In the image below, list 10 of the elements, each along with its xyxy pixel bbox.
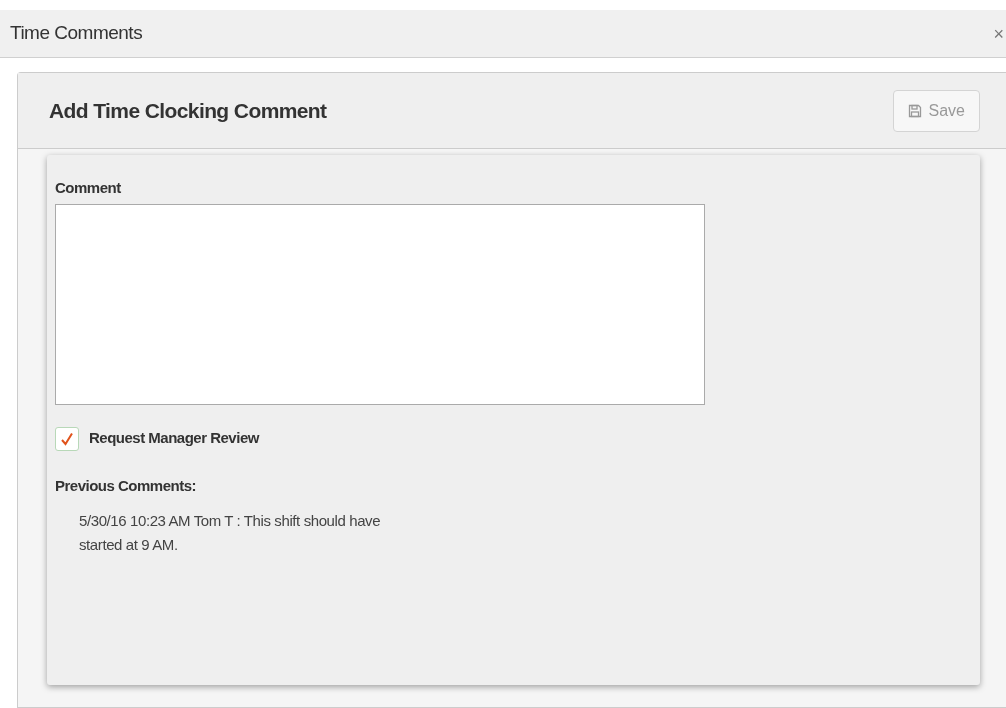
previous-comment: 5/30/16 10:23 AM Tom T : This shift should have started at 9 AM. bbox=[79, 511, 382, 555]
checkbox[interactable] bbox=[55, 426, 79, 451]
close-button[interactable]: × bbox=[993, 24, 1004, 43]
checkmark-icon bbox=[60, 431, 74, 446]
window-title: Time Comments bbox=[10, 21, 143, 46]
comment-field[interactable] bbox=[55, 203, 705, 405]
previous-comments-label: Previous Comments: bbox=[55, 475, 198, 496]
panel-title: Add Time Clocking Comment bbox=[49, 97, 327, 124]
comment-label: Comment bbox=[55, 178, 122, 198]
review-checkbox-label: Request Manager Review bbox=[89, 428, 259, 449]
